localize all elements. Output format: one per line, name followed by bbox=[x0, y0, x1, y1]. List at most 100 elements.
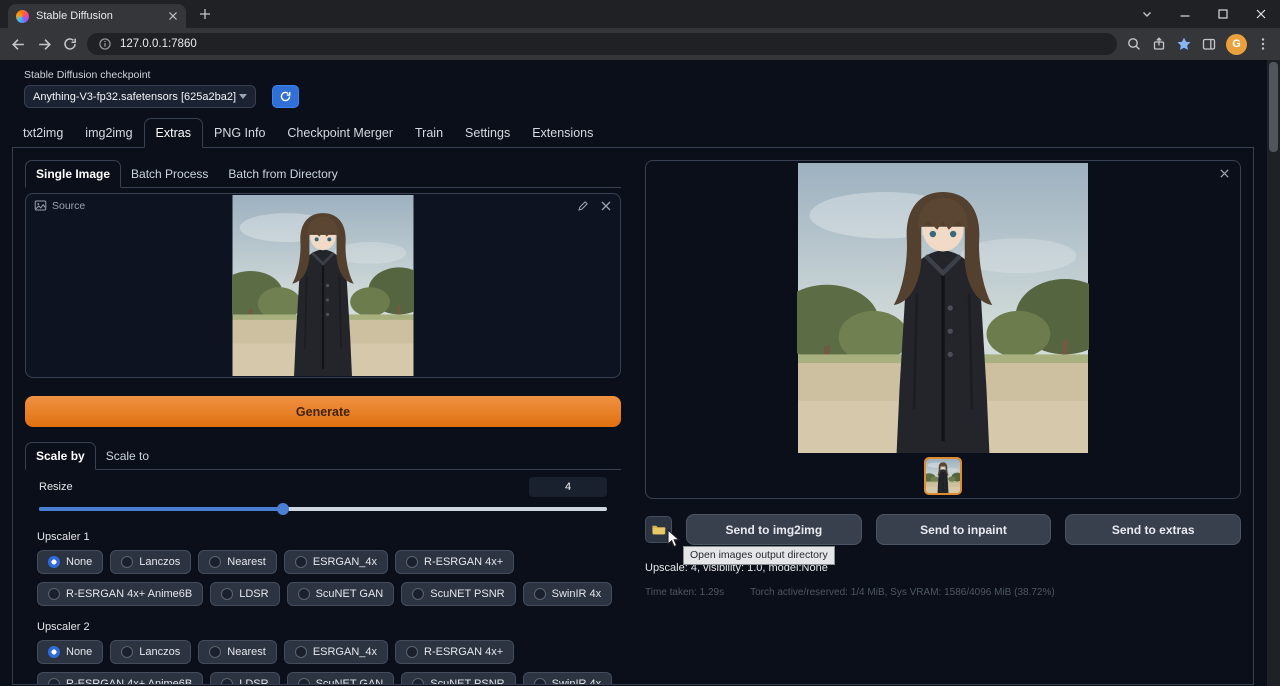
search-icon[interactable] bbox=[1126, 36, 1142, 52]
reload-icon[interactable] bbox=[62, 36, 78, 52]
gallery-close-icon[interactable] bbox=[1219, 168, 1230, 179]
radio-label: Nearest bbox=[227, 646, 266, 658]
upscaler1-option-scunet-gan[interactable]: ScuNET GAN bbox=[287, 582, 395, 606]
radio-icon bbox=[406, 556, 418, 568]
upscaler1-option-nearest[interactable]: Nearest bbox=[198, 550, 277, 574]
url-text: 127.0.0.1:7860 bbox=[120, 38, 197, 50]
upscaler2-option-r-esrgan-4x[interactable]: R-ESRGAN 4x+ bbox=[395, 640, 514, 664]
send-to-img2img-button[interactable]: Send to img2img bbox=[686, 514, 862, 545]
radio-icon bbox=[412, 678, 424, 685]
radio-icon bbox=[412, 588, 424, 600]
radio-icon bbox=[221, 678, 233, 685]
back-icon[interactable] bbox=[10, 36, 27, 53]
upscaler1-option-none[interactable]: None bbox=[37, 550, 103, 574]
radio-label: R-ESRGAN 4x+ Anime6B bbox=[66, 678, 192, 685]
subtab-scale-to[interactable]: Scale to bbox=[96, 443, 159, 469]
upscaler1-option-lanczos[interactable]: Lanczos bbox=[110, 550, 191, 574]
side-panel-icon[interactable] bbox=[1201, 36, 1217, 52]
tab-extras[interactable]: Extras bbox=[144, 118, 203, 148]
profile-avatar[interactable]: G bbox=[1226, 34, 1247, 55]
browser-chrome: Stable Diffusion bbox=[0, 0, 1280, 60]
browser-menu-icon[interactable] bbox=[1256, 37, 1270, 51]
radio-label: LDSR bbox=[239, 678, 268, 685]
tab-img2img[interactable]: img2img bbox=[74, 119, 143, 147]
upscaler1-option-r-esrgan-4x[interactable]: R-ESRGAN 4x+ bbox=[395, 550, 514, 574]
browser-tab-title: Stable Diffusion bbox=[36, 10, 161, 22]
source-label: Source bbox=[52, 200, 85, 212]
send-to-inpaint-button[interactable]: Send to inpaint bbox=[876, 514, 1052, 545]
upscaler2-option-scunet-psnr[interactable]: ScuNET PSNR bbox=[401, 672, 515, 685]
generate-button[interactable]: Generate bbox=[25, 396, 621, 427]
tab-settings[interactable]: Settings bbox=[454, 119, 521, 147]
subtab-single-image[interactable]: Single Image bbox=[25, 160, 121, 188]
subtab-batch-process[interactable]: Batch Process bbox=[121, 161, 218, 187]
extras-panel: Single Image Batch Process Batch from Di… bbox=[12, 148, 1254, 685]
gallery-thumbnails bbox=[646, 453, 1240, 498]
upscaler1-option-scunet-psnr[interactable]: ScuNET PSNR bbox=[401, 582, 515, 606]
upscaler2-option-r-esrgan-4x-anime6b[interactable]: R-ESRGAN 4x+ Anime6B bbox=[37, 672, 203, 685]
address-bar[interactable]: 127.0.0.1:7860 bbox=[87, 33, 1117, 55]
chevron-down-icon bbox=[239, 94, 247, 99]
radio-label: R-ESRGAN 4x+ Anime6B bbox=[66, 588, 192, 600]
upscaler2-option-ldsr[interactable]: LDSR bbox=[210, 672, 279, 685]
upscaler2-option-nearest[interactable]: Nearest bbox=[198, 640, 277, 664]
resize-slider[interactable] bbox=[39, 502, 607, 516]
bookmark-star-icon[interactable] bbox=[1176, 36, 1192, 52]
upscaler1-option-ldsr[interactable]: LDSR bbox=[210, 582, 279, 606]
maximize-button[interactable] bbox=[1204, 0, 1242, 28]
upscaler2-option-scunet-gan[interactable]: ScuNET GAN bbox=[287, 672, 395, 685]
scrollbar-thumb[interactable] bbox=[1269, 62, 1278, 152]
subtab-scale-by[interactable]: Scale by bbox=[25, 442, 96, 470]
browser-tab[interactable]: Stable Diffusion bbox=[8, 4, 186, 28]
window-close-button[interactable] bbox=[1242, 0, 1280, 28]
upscaler1-option-esrgan-4x[interactable]: ESRGAN_4x bbox=[284, 550, 388, 574]
left-column: Single Image Batch Process Batch from Di… bbox=[25, 160, 621, 672]
thumbnail-image bbox=[926, 459, 960, 493]
upscaler2-option-lanczos[interactable]: Lanczos bbox=[110, 640, 191, 664]
source-subtabs: Single Image Batch Process Batch from Di… bbox=[25, 160, 621, 188]
tab-txt2img[interactable]: txt2img bbox=[12, 119, 74, 147]
upscaler2-option-none[interactable]: None bbox=[37, 640, 103, 664]
new-tab-button[interactable] bbox=[192, 2, 218, 26]
tab-png-info[interactable]: PNG Info bbox=[203, 119, 276, 147]
radio-icon bbox=[534, 588, 546, 600]
tab-close-icon[interactable] bbox=[168, 11, 178, 21]
gallery-thumbnail-selected[interactable] bbox=[924, 457, 962, 495]
resize-number-input[interactable]: 4 bbox=[529, 477, 607, 497]
checkpoint-dropdown[interactable]: Anything-V3-fp32.safetensors [625a2ba2] bbox=[24, 85, 256, 108]
slider-fill bbox=[39, 507, 283, 511]
subtab-batch-from-directory[interactable]: Batch from Directory bbox=[218, 161, 347, 187]
source-image-dropzone[interactable]: Source bbox=[25, 193, 621, 378]
output-image[interactable] bbox=[797, 163, 1089, 453]
slider-handle[interactable] bbox=[277, 503, 289, 515]
upscaler2-option-swinir-4x[interactable]: SwinIR 4x bbox=[523, 672, 613, 685]
vram-info-text: Torch active/reserved: 1/4 MiB, Sys VRAM… bbox=[750, 587, 1055, 598]
tab-extensions[interactable]: Extensions bbox=[521, 119, 604, 147]
clear-image-icon[interactable] bbox=[600, 199, 612, 212]
share-icon[interactable] bbox=[1151, 36, 1167, 52]
radio-label: Nearest bbox=[227, 556, 266, 568]
minimize-button[interactable] bbox=[1166, 0, 1204, 28]
forward-icon[interactable] bbox=[36, 36, 53, 53]
send-to-extras-button[interactable]: Send to extras bbox=[1065, 514, 1241, 545]
tab-checkpoint-merger[interactable]: Checkpoint Merger bbox=[276, 119, 404, 147]
radio-icon bbox=[295, 556, 307, 568]
edit-image-icon[interactable] bbox=[577, 199, 590, 212]
scale-subtabs: Scale by Scale to bbox=[25, 442, 621, 470]
page-scrollbar[interactable] bbox=[1267, 60, 1280, 686]
tab-train[interactable]: Train bbox=[404, 119, 454, 147]
resize-block: Resize 4 bbox=[25, 470, 621, 516]
radio-icon bbox=[121, 646, 133, 658]
refresh-checkpoints-button[interactable] bbox=[272, 85, 299, 108]
site-info-icon[interactable] bbox=[98, 37, 112, 51]
mouse-cursor bbox=[667, 529, 685, 548]
upscaler2-option-esrgan-4x[interactable]: ESRGAN_4x bbox=[284, 640, 388, 664]
tab-search-chevron-icon[interactable] bbox=[1128, 0, 1166, 28]
radio-label: SwinIR 4x bbox=[552, 588, 602, 600]
upscaler1-option-swinir-4x[interactable]: SwinIR 4x bbox=[523, 582, 613, 606]
radio-checked-icon bbox=[48, 556, 60, 568]
folder-icon bbox=[651, 522, 666, 537]
checkpoint-value: Anything-V3-fp32.safetensors [625a2ba2] bbox=[33, 91, 236, 103]
upscaler1-option-r-esrgan-4x-anime6b[interactable]: R-ESRGAN 4x+ Anime6B bbox=[37, 582, 203, 606]
image-icon bbox=[34, 199, 47, 212]
